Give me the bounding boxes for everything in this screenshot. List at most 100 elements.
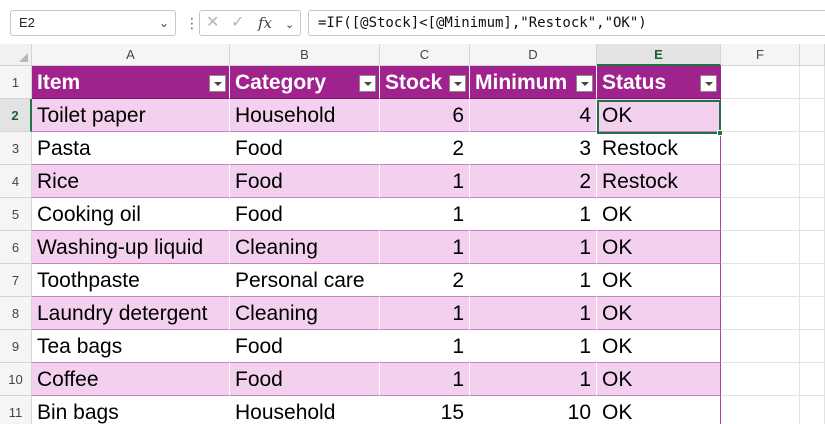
filter-dropdown-icon[interactable] <box>209 75 226 92</box>
row-header-8[interactable]: 8 <box>0 297 32 330</box>
column-header-c[interactable]: C <box>380 44 470 66</box>
table-cell[interactable]: Restock <box>597 132 721 165</box>
chevron-down-icon[interactable]: ⌄ <box>285 16 294 34</box>
column-header-a[interactable]: A <box>32 44 230 66</box>
table-cell[interactable]: Household <box>230 99 380 132</box>
table-cell[interactable]: 1 <box>380 330 470 363</box>
table-cell[interactable]: Toilet paper <box>32 99 230 132</box>
table-cell[interactable]: 2 <box>380 132 470 165</box>
table-cell[interactable]: 1 <box>470 330 597 363</box>
table-cell[interactable]: Household <box>230 396 380 424</box>
cell-f8[interactable] <box>721 297 800 330</box>
table-cell[interactable]: 1 <box>470 231 597 264</box>
table-cell[interactable]: Cleaning <box>230 231 380 264</box>
cell-f9[interactable] <box>721 330 800 363</box>
cell-g9[interactable] <box>800 330 825 363</box>
table-cell[interactable]: Cooking oil <box>32 198 230 231</box>
row-header-2[interactable]: 2 <box>0 99 32 132</box>
cell-f7[interactable] <box>721 264 800 297</box>
cell-g1[interactable] <box>800 66 825 99</box>
row-header-6[interactable]: 6 <box>0 231 32 264</box>
table-cell[interactable]: Food <box>230 330 380 363</box>
table-cell[interactable]: Food <box>230 198 380 231</box>
table-cell[interactable]: Pasta <box>32 132 230 165</box>
table-cell[interactable]: OK <box>597 99 721 132</box>
table-header-minimum[interactable]: Minimum <box>470 66 597 99</box>
row-header-3[interactable]: 3 <box>0 132 32 165</box>
formula-input[interactable]: =IF([@Stock]<[@Minimum],"Restock","OK") <box>308 10 825 36</box>
table-cell[interactable]: OK <box>597 231 721 264</box>
table-header-item[interactable]: Item <box>32 66 230 99</box>
cell-f5[interactable] <box>721 198 800 231</box>
cell-f10[interactable] <box>721 363 800 396</box>
cell-g8[interactable] <box>800 297 825 330</box>
check-icon[interactable]: ✓ <box>231 14 244 32</box>
row-header-11[interactable]: 11 <box>0 396 32 424</box>
table-header-stock[interactable]: Stock <box>380 66 470 99</box>
cell-g10[interactable] <box>800 363 825 396</box>
table-cell[interactable]: Restock <box>597 165 721 198</box>
table-cell[interactable]: Cleaning <box>230 297 380 330</box>
table-cell[interactable]: Tea bags <box>32 330 230 363</box>
table-cell[interactable]: OK <box>597 297 721 330</box>
filter-dropdown-icon[interactable] <box>576 75 593 92</box>
table-cell[interactable]: 1 <box>380 198 470 231</box>
table-header-status[interactable]: Status <box>597 66 721 99</box>
table-cell[interactable]: 1 <box>380 165 470 198</box>
row-header-9[interactable]: 9 <box>0 330 32 363</box>
table-cell[interactable]: Laundry detergent <box>32 297 230 330</box>
more-options-icon[interactable]: ⋮ <box>185 14 199 32</box>
column-header-f[interactable]: F <box>721 44 800 66</box>
cell-f11[interactable] <box>721 396 800 424</box>
cell-g11[interactable] <box>800 396 825 424</box>
chevron-down-icon[interactable]: ⌄ <box>159 11 169 35</box>
table-cell[interactable]: 15 <box>380 396 470 424</box>
column-header-d[interactable]: D <box>470 44 597 66</box>
table-cell[interactable]: 1 <box>380 363 470 396</box>
row-header-5[interactable]: 5 <box>0 198 32 231</box>
cell-f1[interactable] <box>721 66 800 99</box>
filter-dropdown-icon[interactable] <box>359 75 376 92</box>
table-cell[interactable]: 4 <box>470 99 597 132</box>
filter-dropdown-icon[interactable] <box>700 75 717 92</box>
select-all-button[interactable] <box>0 44 32 66</box>
cell-g5[interactable] <box>800 198 825 231</box>
cell-f6[interactable] <box>721 231 800 264</box>
table-cell[interactable]: 10 <box>470 396 597 424</box>
cell-f2[interactable] <box>721 99 800 132</box>
cell-g2[interactable] <box>800 99 825 132</box>
cell-g4[interactable] <box>800 165 825 198</box>
table-cell[interactable]: Food <box>230 132 380 165</box>
table-cell[interactable]: 1 <box>470 264 597 297</box>
column-header-b[interactable]: B <box>230 44 380 66</box>
table-cell[interactable]: Toothpaste <box>32 264 230 297</box>
cell-f3[interactable] <box>721 132 800 165</box>
table-cell[interactable]: 2 <box>470 165 597 198</box>
cell-f4[interactable] <box>721 165 800 198</box>
table-cell[interactable]: Bin bags <box>32 396 230 424</box>
row-header-10[interactable]: 10 <box>0 363 32 396</box>
name-box[interactable]: E2 ⌄ <box>10 10 176 36</box>
cell-g3[interactable] <box>800 132 825 165</box>
table-cell[interactable]: Rice <box>32 165 230 198</box>
cell-g7[interactable] <box>800 264 825 297</box>
table-cell[interactable]: 3 <box>470 132 597 165</box>
table-cell[interactable]: 1 <box>470 363 597 396</box>
filter-dropdown-icon[interactable] <box>449 75 466 92</box>
table-cell[interactable]: OK <box>597 330 721 363</box>
table-cell[interactable]: Coffee <box>32 363 230 396</box>
table-cell[interactable]: 1 <box>470 198 597 231</box>
table-header-category[interactable]: Category <box>230 66 380 99</box>
table-cell[interactable]: Personal care <box>230 264 380 297</box>
table-cell[interactable]: 1 <box>470 297 597 330</box>
row-header-1[interactable]: 1 <box>0 66 32 99</box>
table-cell[interactable]: OK <box>597 396 721 424</box>
table-cell[interactable]: 2 <box>380 264 470 297</box>
table-cell[interactable]: Food <box>230 165 380 198</box>
table-cell[interactable]: 1 <box>380 297 470 330</box>
table-cell[interactable]: OK <box>597 264 721 297</box>
row-header-4[interactable]: 4 <box>0 165 32 198</box>
column-header-e[interactable]: E <box>597 44 721 66</box>
cancel-x-icon[interactable]: ✕ <box>206 14 219 32</box>
table-cell[interactable]: 6 <box>380 99 470 132</box>
